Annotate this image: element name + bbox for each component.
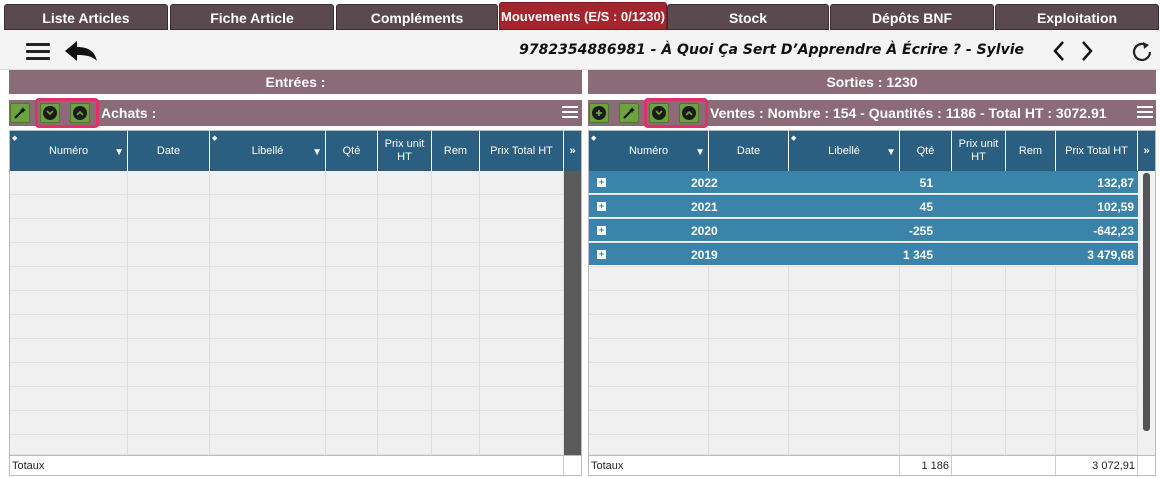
add-button[interactable] bbox=[589, 103, 609, 123]
refresh-icon[interactable] bbox=[1130, 40, 1154, 64]
ventes-menu-icon[interactable] bbox=[1137, 106, 1153, 120]
col-rem[interactable]: Rem bbox=[1006, 131, 1056, 171]
tab-exploitation[interactable]: Exploitation bbox=[995, 4, 1159, 30]
col-libelle[interactable]: ◆ Libellé ▼ bbox=[789, 131, 900, 171]
achats-totals-row: Totaux bbox=[10, 455, 581, 475]
ventes-totals-row: Totaux 1 186 3 072,91 bbox=[589, 455, 1155, 475]
top-bar: 9782354886981 - À Quoi Ça Sert D’Apprend… bbox=[0, 30, 1160, 70]
tab-stock[interactable]: Stock bbox=[667, 4, 829, 30]
filter-icon[interactable]: ▼ bbox=[886, 146, 896, 159]
entrees-panel: Entrées : Achats : ◆ Numéro ▼ Date ◆ Libell… bbox=[9, 70, 582, 476]
expand-plus-icon[interactable]: + bbox=[597, 226, 606, 235]
ventes-grid-header: ◆ Numéro ▼ Date ◆ Libellé ▼ Qté Prix unit HT… bbox=[589, 131, 1155, 171]
magic-wand-icon bbox=[14, 107, 26, 119]
achats-grid-body bbox=[10, 171, 564, 455]
ventes-grid-body: + 2022 51 132,87 + 2021 45 102,59 + 2020… bbox=[589, 171, 1138, 455]
totals-total: 3 072,91 bbox=[1056, 456, 1138, 475]
col-qte[interactable]: Qté bbox=[900, 131, 952, 171]
sorties-panel: Sorties : 1230 Ventes : Nombre : 154 - Q… bbox=[588, 70, 1156, 476]
ventes-grid: ◆ Numéro ▼ Date ◆ Libellé ▼ Qté Prix unit HT… bbox=[588, 130, 1156, 476]
year-row-2020[interactable]: + 2020 -255 -642,23 bbox=[589, 219, 1138, 242]
back-arrow-icon[interactable] bbox=[64, 40, 98, 62]
tab-liste-articles[interactable]: Liste Articles bbox=[4, 4, 168, 30]
year-row-2022[interactable]: + 2022 51 132,87 bbox=[589, 171, 1138, 194]
expand-all-button[interactable] bbox=[679, 103, 699, 123]
col-qte[interactable]: Qté bbox=[326, 131, 378, 171]
magic-wand-button[interactable] bbox=[619, 103, 639, 123]
totals-label: Totaux bbox=[589, 456, 900, 475]
filter-icon[interactable]: ▼ bbox=[114, 146, 124, 159]
expand-plus-icon[interactable]: + bbox=[597, 202, 606, 211]
tab-complements[interactable]: Compléments bbox=[336, 4, 498, 30]
menu-icon[interactable] bbox=[26, 43, 50, 61]
collapse-all-button[interactable] bbox=[40, 103, 60, 123]
chevron-up-icon bbox=[73, 106, 87, 120]
achats-title: Achats : bbox=[101, 105, 157, 121]
col-date[interactable]: Date bbox=[709, 131, 789, 171]
achats-grid-header: ◆ Numéro ▼ Date ◆ Libellé ▼ Qté Prix unit HT… bbox=[10, 131, 581, 171]
col-prix-total[interactable]: Prix Total HT bbox=[1056, 131, 1138, 171]
tab-fiche-article[interactable]: Fiche Article bbox=[170, 4, 334, 30]
vertical-scrollbar[interactable] bbox=[1138, 171, 1155, 455]
collapse-all-button[interactable] bbox=[649, 103, 669, 123]
year-row-2021[interactable]: + 2021 45 102,59 bbox=[589, 195, 1138, 218]
achats-grid: ◆ Numéro ▼ Date ◆ Libellé ▼ Qté Prix unit HT… bbox=[9, 130, 582, 476]
col-libelle[interactable]: ◆ Libellé ▼ bbox=[210, 131, 326, 171]
tab-mouvements[interactable]: Mouvements (E/S : 0/1230) bbox=[499, 2, 667, 30]
sorties-title: Sorties : 1230 bbox=[588, 70, 1156, 94]
tab-depots-bnf[interactable]: Dépôts BNF bbox=[830, 4, 994, 30]
expand-plus-icon[interactable]: + bbox=[597, 250, 606, 259]
col-prix-unit[interactable]: Prix unit HT bbox=[952, 131, 1006, 171]
col-numero[interactable]: ◆ Numéro ▼ bbox=[589, 131, 709, 171]
filter-icon[interactable]: ▼ bbox=[312, 146, 322, 159]
magic-wand-button[interactable] bbox=[10, 103, 30, 123]
col-rem[interactable]: Rem bbox=[432, 131, 480, 171]
scroll-thumb[interactable] bbox=[1143, 173, 1150, 431]
year-row-2019[interactable]: + 2019 1 345 3 479,68 bbox=[589, 243, 1138, 266]
expand-all-button[interactable] bbox=[70, 103, 90, 123]
totals-label: Totaux bbox=[10, 456, 564, 475]
expand-columns-icon[interactable]: » bbox=[1138, 131, 1155, 171]
chevron-down-icon bbox=[43, 106, 57, 120]
chevron-up-icon bbox=[682, 106, 696, 120]
achats-menu-icon[interactable] bbox=[562, 106, 578, 120]
magic-wand-icon bbox=[623, 107, 635, 119]
expand-plus-icon[interactable]: + bbox=[597, 178, 606, 187]
filter-icon[interactable]: ▼ bbox=[695, 146, 705, 159]
chevron-down-icon bbox=[652, 106, 666, 120]
vertical-scrollbar[interactable] bbox=[564, 171, 581, 455]
col-date[interactable]: Date bbox=[128, 131, 210, 171]
col-numero[interactable]: ◆ Numéro ▼ bbox=[10, 131, 128, 171]
achats-toolbar: Achats : bbox=[9, 100, 582, 126]
col-prix-unit[interactable]: Prix unit HT bbox=[378, 131, 432, 171]
plus-icon bbox=[592, 106, 606, 120]
expand-columns-icon[interactable]: » bbox=[564, 131, 581, 171]
tab-bar: Liste Articles Fiche Article Compléments… bbox=[0, 0, 1160, 30]
totals-qty: 1 186 bbox=[900, 456, 952, 475]
chevron-left-icon[interactable] bbox=[1050, 39, 1068, 63]
chevron-right-icon[interactable] bbox=[1078, 39, 1096, 63]
ventes-toolbar: Ventes : Nombre : 154 - Quantités : 1186… bbox=[588, 100, 1156, 126]
article-title: 9782354886981 - À Quoi Ça Sert D’Apprend… bbox=[519, 42, 1024, 58]
ventes-summary: Ventes : Nombre : 154 - Quantités : 1186… bbox=[710, 105, 1107, 121]
entrees-title: Entrées : bbox=[9, 70, 582, 94]
col-prix-total[interactable]: Prix Total HT bbox=[480, 131, 564, 171]
